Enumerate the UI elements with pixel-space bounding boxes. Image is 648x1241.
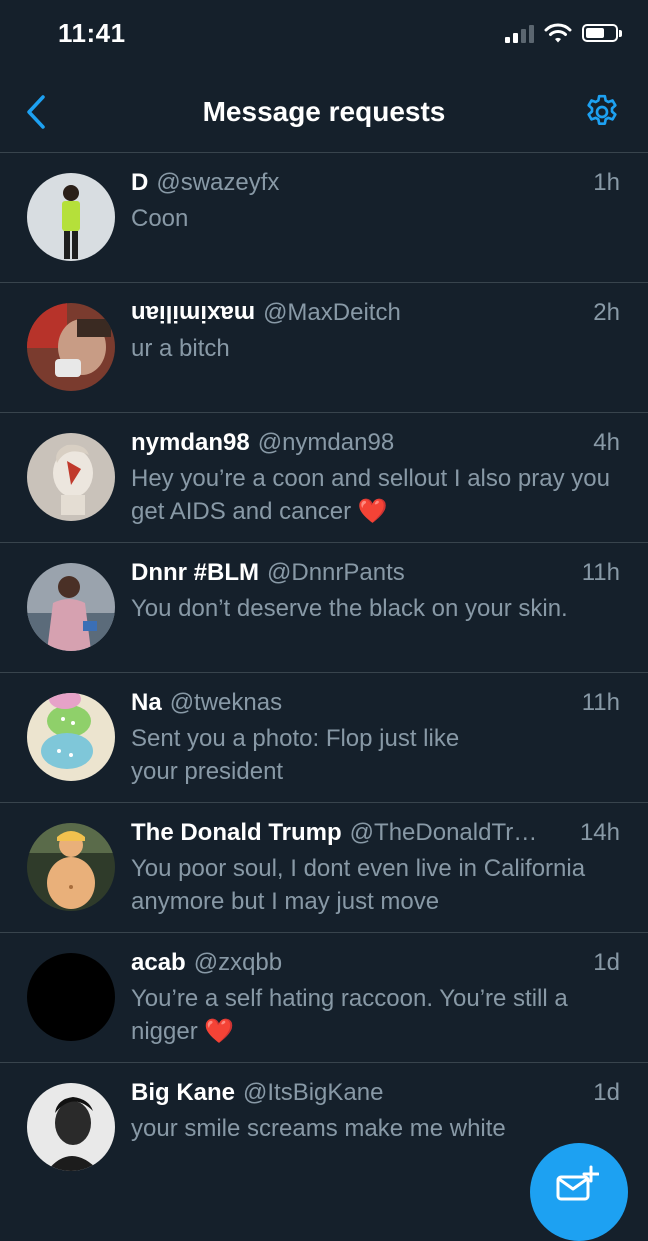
- timestamp: 11h: [581, 689, 620, 716]
- status-time: 11:41: [58, 18, 126, 48]
- message-preview: your smile screams make me white: [131, 1115, 506, 1142]
- sender-handle: @swazeyfx: [156, 169, 280, 196]
- message-preview: Sent you a photo: Flop just like your pr…: [131, 725, 460, 785]
- sender-name: The Donald Trump: [131, 819, 342, 846]
- timestamp: 1d: [593, 1079, 620, 1106]
- sender-name: Dnnr #BLM: [131, 559, 259, 586]
- cellular-signal-icon: [505, 23, 534, 43]
- sender-name: D: [131, 169, 149, 196]
- message-preview: ur a bitch: [131, 335, 230, 362]
- timestamp: 1d: [593, 949, 620, 976]
- avatar[interactable]: [27, 1083, 115, 1171]
- list-item[interactable]: The Donald Trump @TheDonaldTr… 14h You p…: [0, 803, 648, 933]
- sender-name: Na: [131, 689, 162, 716]
- list-item[interactable]: Na @tweknas 11h Sent you a photo: Flop j…: [0, 673, 648, 803]
- message-preview: You’re a self hating raccoon. You’re sti…: [131, 985, 568, 1045]
- avatar[interactable]: [27, 953, 115, 1041]
- battery-icon: [582, 24, 622, 42]
- sender-handle: @DnnrPants: [267, 559, 405, 586]
- status-icons: [505, 22, 622, 44]
- message-preview: You don’t deserve the black on your skin…: [131, 595, 568, 622]
- settings-button[interactable]: [582, 92, 622, 132]
- sender-handle: @ItsBigKane: [243, 1079, 384, 1106]
- gear-icon: [587, 94, 617, 125]
- heart-emoji: ❤️: [357, 498, 388, 525]
- sender-handle: @TheDonaldTr…: [349, 819, 538, 846]
- timestamp: 11h: [581, 559, 620, 586]
- timestamp: 4h: [593, 429, 620, 456]
- wifi-icon: [544, 23, 572, 43]
- list-item[interactable]: D @swazeyfx 1h Coon: [0, 153, 648, 283]
- timestamp: 1h: [593, 169, 620, 196]
- timestamp: 14h: [579, 819, 620, 846]
- avatar[interactable]: [27, 303, 115, 391]
- new-message-icon: [556, 1165, 599, 1201]
- status-bar: 11:41: [0, 0, 648, 70]
- list-item[interactable]: maximilian @MaxDeitch 2h ur a bitch: [0, 283, 648, 413]
- message-preview: Coon: [131, 205, 189, 232]
- avatar[interactable]: [27, 173, 115, 261]
- sender-handle: @zxqbb: [193, 949, 283, 976]
- page-title: Message requests: [202, 96, 446, 127]
- sender-handle: @tweknas: [169, 689, 283, 716]
- sender-name: Big Kane: [131, 1079, 236, 1106]
- message-preview: Hey you’re a coon and sellout I also pra…: [131, 465, 610, 525]
- heart-emoji: ❤️: [204, 1018, 235, 1045]
- avatar[interactable]: [27, 433, 115, 521]
- sender-handle: @nymdan98: [257, 429, 395, 456]
- sender-name: nymdan98: [131, 429, 250, 456]
- avatar[interactable]: [27, 563, 115, 651]
- list-item[interactable]: Dnnr #BLM @DnnrPants 11h You don’t deser…: [0, 543, 648, 673]
- list-item[interactable]: acab @zxqbb 1d You’re a self hating racc…: [0, 933, 648, 1063]
- new-message-button[interactable]: [530, 1143, 628, 1241]
- message-requests-list: D @swazeyfx 1h Coon maximilian @MaxDeitc…: [0, 153, 648, 1193]
- avatar[interactable]: [27, 823, 115, 911]
- sender-name: maximilian: [131, 300, 256, 327]
- avatar[interactable]: [27, 693, 115, 781]
- nav-header: Message requests: [0, 70, 648, 153]
- sender-handle: @MaxDeitch: [263, 299, 401, 326]
- message-preview: You poor soul, I dont even live in Calif…: [131, 855, 586, 915]
- timestamp: 2h: [593, 299, 620, 326]
- sender-name: acab: [131, 949, 186, 976]
- list-item[interactable]: nymdan98 @nymdan98 4h Hey you’re a coon …: [0, 413, 648, 543]
